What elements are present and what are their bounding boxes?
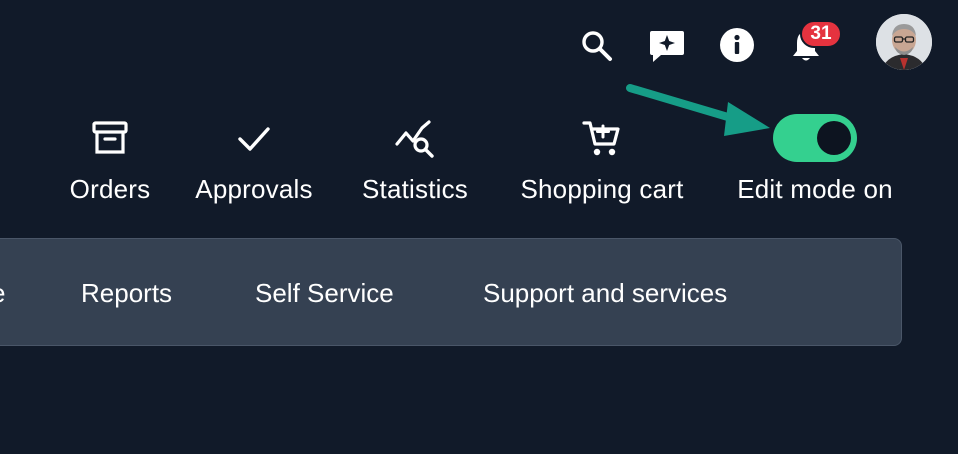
quick-action-shopping-cart[interactable]: Shopping cart bbox=[506, 112, 698, 222]
assistant-chat-button[interactable] bbox=[646, 24, 688, 66]
user-photo bbox=[876, 14, 932, 70]
orders-label: Orders bbox=[69, 174, 151, 204]
approvals-label: Approvals bbox=[195, 174, 313, 204]
nav-item-self-service[interactable]: Self Service bbox=[255, 239, 394, 347]
chart-search-icon bbox=[395, 120, 434, 158]
user-avatar[interactable] bbox=[876, 14, 932, 70]
cart-icon bbox=[582, 121, 620, 156]
search-button[interactable] bbox=[578, 27, 616, 65]
main-navigation-bar: e Reports Self Service Support and servi… bbox=[0, 238, 902, 346]
top-bar: 31 bbox=[0, 0, 958, 90]
nav-item-reports[interactable]: Reports bbox=[81, 239, 172, 347]
quick-action-approvals[interactable]: Approvals bbox=[184, 112, 324, 222]
quick-action-orders[interactable]: Orders bbox=[60, 112, 160, 222]
quick-action-statistics[interactable]: Statistics bbox=[350, 112, 480, 222]
edit-mode-toggle[interactable] bbox=[773, 114, 857, 162]
chat-sparkle-icon bbox=[650, 31, 684, 62]
edit-mode-label: Edit mode on bbox=[737, 174, 893, 204]
archive-box-icon bbox=[92, 121, 128, 154]
search-icon bbox=[582, 31, 612, 61]
info-button[interactable] bbox=[718, 26, 756, 64]
toggle-knob bbox=[817, 121, 851, 155]
shopping-cart-label: Shopping cart bbox=[520, 174, 684, 204]
checkmark-icon bbox=[238, 127, 270, 151]
info-icon bbox=[720, 28, 754, 62]
nav-item-truncated[interactable]: e bbox=[0, 239, 5, 347]
nav-item-support-and-services[interactable]: Support and services bbox=[483, 239, 727, 347]
notification-count-badge: 31 bbox=[800, 20, 842, 48]
statistics-label: Statistics bbox=[361, 174, 469, 204]
quick-action-edit-mode[interactable]: Edit mode on bbox=[724, 112, 906, 222]
